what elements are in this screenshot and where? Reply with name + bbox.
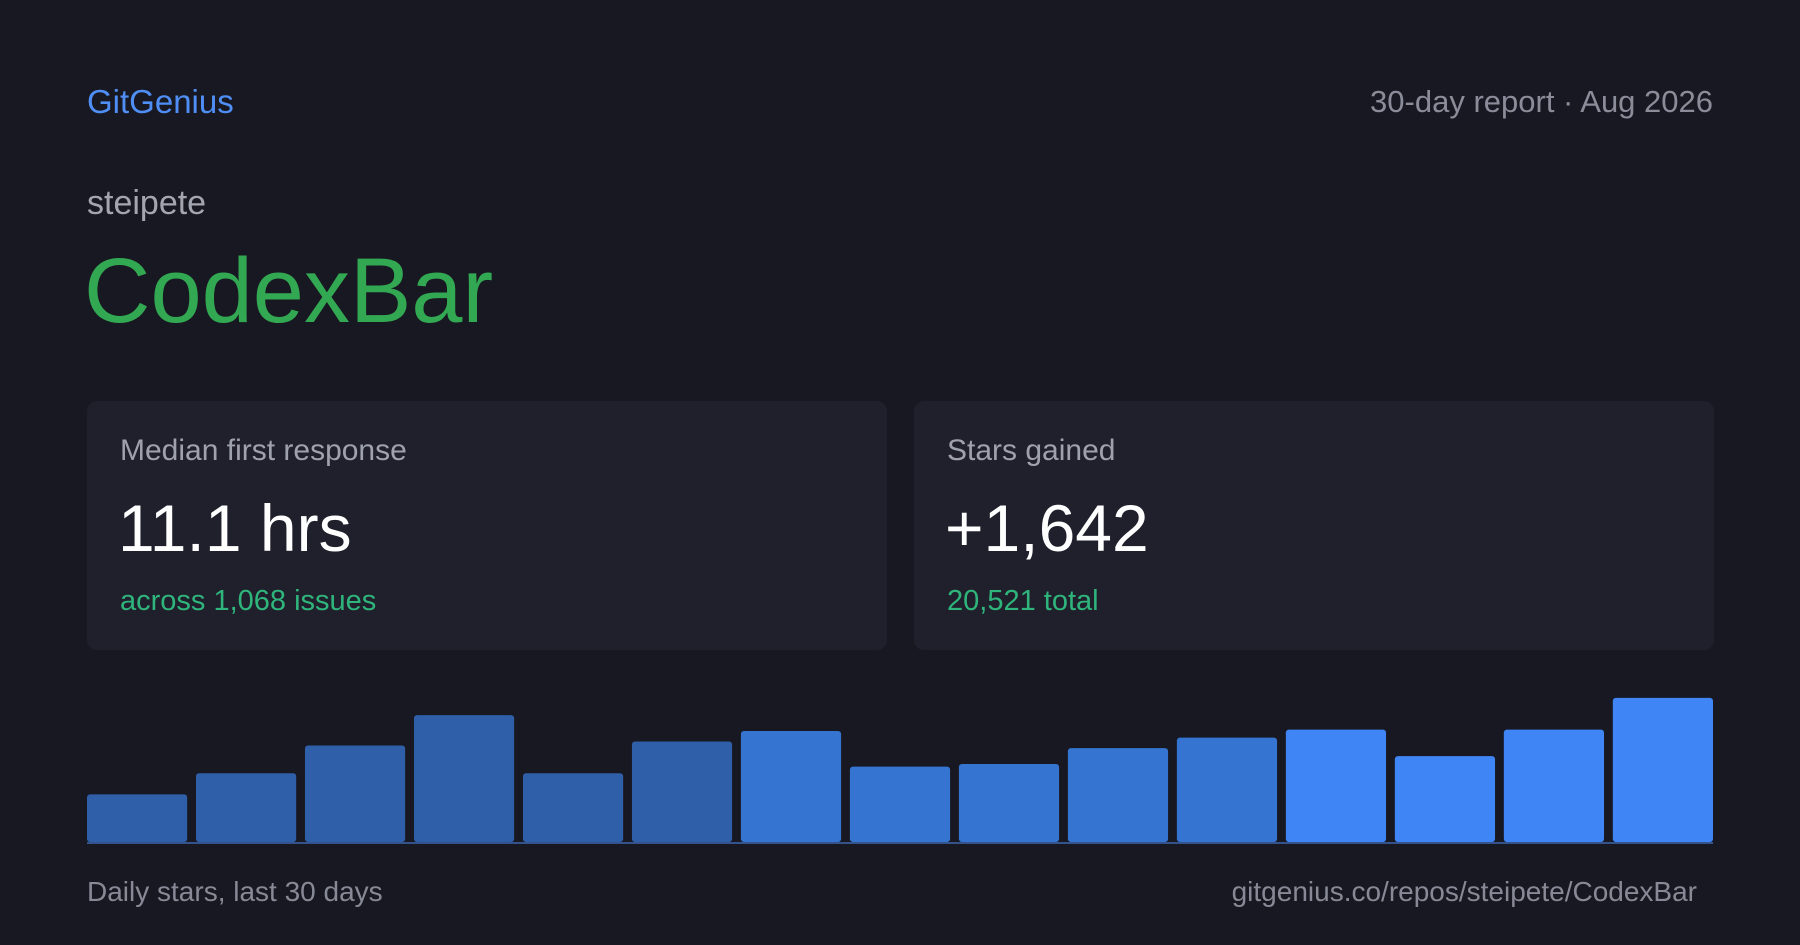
chart-bar — [195, 773, 297, 842]
chart-bar — [1176, 737, 1278, 842]
stars-metric-label: Stars gained — [947, 434, 1116, 467]
stars-metric-note: 20,521 total — [947, 585, 1099, 617]
stars-metric-value: +1,642 — [945, 491, 1149, 565]
response-metric-value: 11.1 hrs — [118, 491, 352, 565]
daily-stars-chart — [87, 697, 1713, 844]
response-metric-card: Median first response 11.1 hrs across 1,… — [87, 401, 887, 650]
chart-bar — [87, 794, 188, 842]
chart-bar — [304, 745, 406, 842]
stars-metric-card: Stars gained +1,642 20,521 total — [914, 401, 1714, 650]
response-metric-note: across 1,068 issues — [120, 585, 377, 617]
report-period: 30-day report · Aug 2026 — [1370, 84, 1713, 119]
chart-bar — [1285, 729, 1387, 842]
chart-bar — [849, 766, 951, 842]
repo-url-link[interactable]: gitgenius.co/repos/steipete/CodexBar — [1232, 874, 1697, 910]
repo-owner: steipete — [87, 184, 207, 222]
chart-caption: Daily stars, last 30 days — [87, 876, 383, 907]
chart-bar — [1503, 729, 1605, 842]
brand-logo[interactable]: GitGenius — [87, 82, 234, 122]
repo-name: CodexBar — [84, 240, 494, 342]
chart-bar — [631, 741, 733, 842]
response-metric-label: Median first response — [120, 434, 407, 467]
chart-bar — [1612, 697, 1713, 842]
chart-bar — [958, 764, 1060, 842]
chart-bar — [1394, 756, 1496, 842]
chart-bar — [740, 730, 842, 842]
chart-bar — [1067, 748, 1169, 842]
chart-bar — [522, 773, 624, 842]
chart-bar — [413, 715, 515, 842]
